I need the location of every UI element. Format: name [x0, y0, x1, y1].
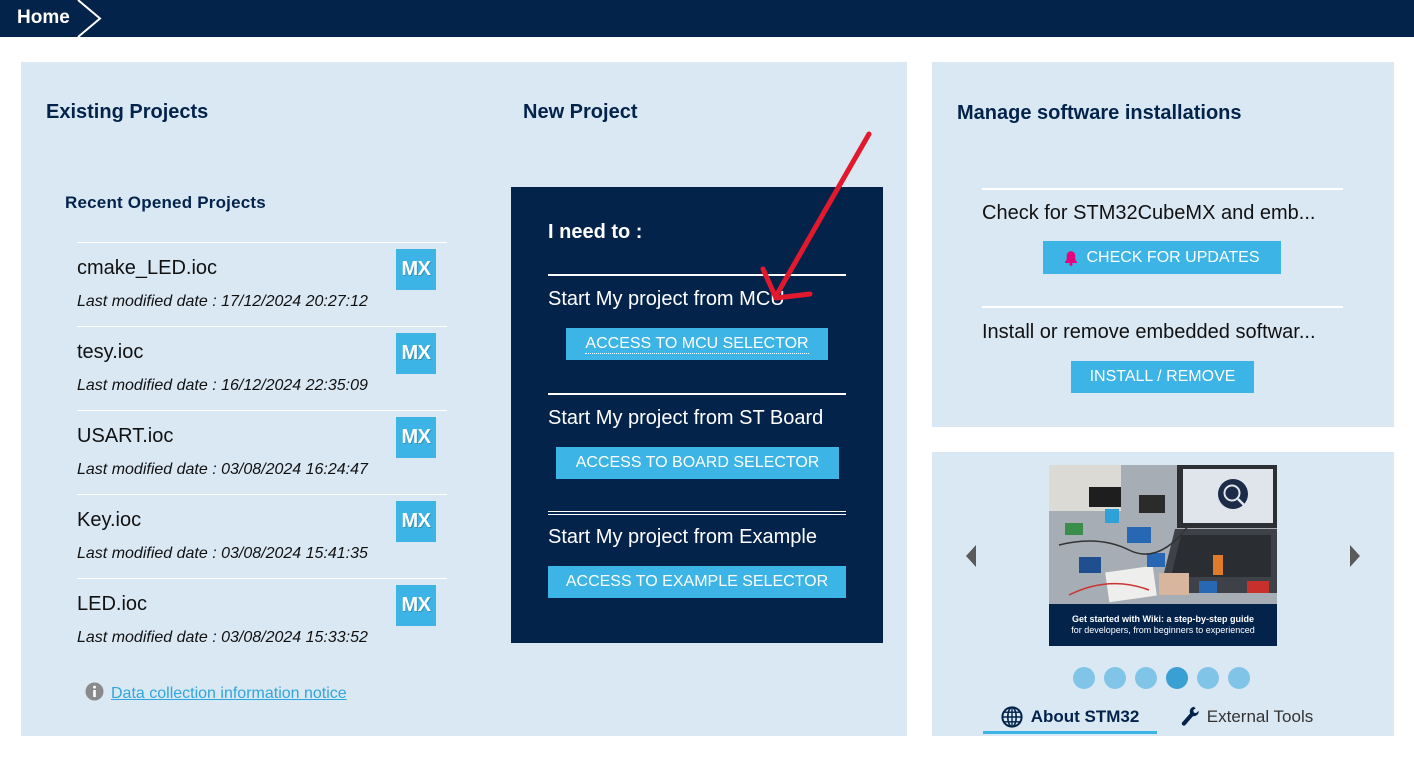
- example-option-label: Start My project from Example: [548, 526, 817, 548]
- project-name: Key.ioc: [77, 509, 142, 531]
- carousel-caption: Get started with Wiki: a step-by-step gu…: [1049, 606, 1277, 644]
- project-modified-date: Last modified date : 03/08/2024 16:24:47: [77, 461, 368, 478]
- carousel-pagination: [1073, 667, 1250, 689]
- tab-about-stm32[interactable]: About STM32: [983, 703, 1157, 734]
- carousel-caption-line: for developers, from beginners to experi…: [1071, 625, 1255, 635]
- project-name: USART.ioc: [77, 425, 174, 447]
- divider: [548, 511, 846, 515]
- carousel-dot[interactable]: [1073, 667, 1095, 689]
- project-modified-date: Last modified date : 03/08/2024 15:41:35: [77, 545, 368, 562]
- chevron-left-icon[interactable]: [966, 545, 976, 567]
- project-modified-date: Last modified date : 16/12/2024 22:35:09: [77, 377, 368, 394]
- projects-panel: Existing Projects New Project Recent Ope…: [21, 62, 907, 736]
- mx-icon[interactable]: MX: [396, 585, 436, 626]
- check-for-updates-label: CHECK FOR UPDATES: [1086, 248, 1260, 266]
- manage-software-title: Manage software installations: [957, 102, 1242, 124]
- carousel-caption-line: Get started with Wiki: a step-by-step gu…: [1072, 614, 1254, 624]
- mcu-selector-button-label: ACCESS TO MCU SELECTOR: [585, 335, 809, 354]
- divider: [982, 306, 1343, 308]
- install-remove-text: Install or remove embedded softwar...: [982, 321, 1316, 343]
- carousel-dot[interactable]: [1135, 667, 1157, 689]
- tab-label: External Tools: [1206, 707, 1314, 726]
- check-updates-text: Check for STM32CubeMX and emb...: [982, 202, 1316, 224]
- breadcrumb-home[interactable]: Home: [17, 7, 70, 29]
- mcu-option-label: Start My project from MCU: [548, 288, 785, 310]
- news-carousel-panel: Get started with Wiki: a step-by-step gu…: [932, 452, 1394, 736]
- bell-icon: [1065, 250, 1078, 266]
- new-project-prompt: I need to :: [548, 221, 643, 243]
- mx-icon[interactable]: MX: [396, 333, 436, 374]
- top-nav-bar: Home: [0, 0, 1414, 37]
- project-item[interactable]: LED.ioc Last modified date : 03/08/2024 …: [77, 578, 447, 662]
- mx-icon[interactable]: MX: [396, 417, 436, 458]
- manage-software-panel: Manage software installations Check for …: [932, 62, 1394, 427]
- new-project-title: New Project: [523, 101, 638, 123]
- mx-icon[interactable]: MX: [396, 501, 436, 542]
- project-modified-date: Last modified date : 17/12/2024 20:27:12: [77, 293, 368, 310]
- info-icon: [85, 682, 104, 701]
- project-name: tesy.ioc: [77, 341, 144, 363]
- globe-icon: [1001, 706, 1023, 728]
- chevron-right-icon: [77, 0, 102, 37]
- data-collection-notice-link[interactable]: Data collection information notice: [111, 684, 347, 704]
- access-example-selector-button[interactable]: ACCESS TO EXAMPLE SELECTOR: [548, 566, 846, 598]
- chevron-right-icon[interactable]: [1350, 545, 1360, 567]
- mx-icon[interactable]: MX: [396, 249, 436, 290]
- carousel-dot[interactable]: [1104, 667, 1126, 689]
- project-name: LED.ioc: [77, 593, 148, 615]
- board-option-label: Start My project from ST Board: [548, 407, 824, 429]
- project-item[interactable]: cmake_LED.ioc Last modified date : 17/12…: [77, 242, 447, 326]
- project-name: cmake_LED.ioc: [77, 257, 218, 279]
- project-item[interactable]: tesy.ioc Last modified date : 16/12/2024…: [77, 326, 447, 410]
- tab-external-tools[interactable]: External Tools: [1160, 703, 1334, 734]
- new-project-box: I need to : Start My project from MCU AC…: [511, 187, 883, 643]
- project-modified-date: Last modified date : 03/08/2024 15:33:52: [77, 629, 368, 646]
- access-mcu-selector-button[interactable]: ACCESS TO MCU SELECTOR: [566, 328, 828, 360]
- project-item[interactable]: Key.ioc Last modified date : 03/08/2024 …: [77, 494, 447, 578]
- access-board-selector-button[interactable]: ACCESS TO BOARD SELECTOR: [556, 447, 839, 479]
- divider: [548, 274, 846, 276]
- existing-projects-title: Existing Projects: [46, 101, 209, 123]
- carousel-dot[interactable]: [1228, 667, 1250, 689]
- divider: [982, 188, 1343, 190]
- recent-projects-title: Recent Opened Projects: [65, 193, 266, 212]
- carousel-dot[interactable]: [1197, 667, 1219, 689]
- recent-projects-list: cmake_LED.ioc Last modified date : 17/12…: [77, 242, 447, 662]
- check-for-updates-button[interactable]: CHECK FOR UPDATES: [1043, 241, 1281, 274]
- divider: [548, 393, 846, 395]
- carousel-dot[interactable]: [1166, 667, 1188, 689]
- install-remove-button[interactable]: INSTALL / REMOVE: [1071, 361, 1254, 393]
- project-item[interactable]: USART.ioc Last modified date : 03/08/202…: [77, 410, 447, 494]
- wrench-icon: [1181, 706, 1199, 726]
- tab-label: About STM32: [1030, 707, 1140, 726]
